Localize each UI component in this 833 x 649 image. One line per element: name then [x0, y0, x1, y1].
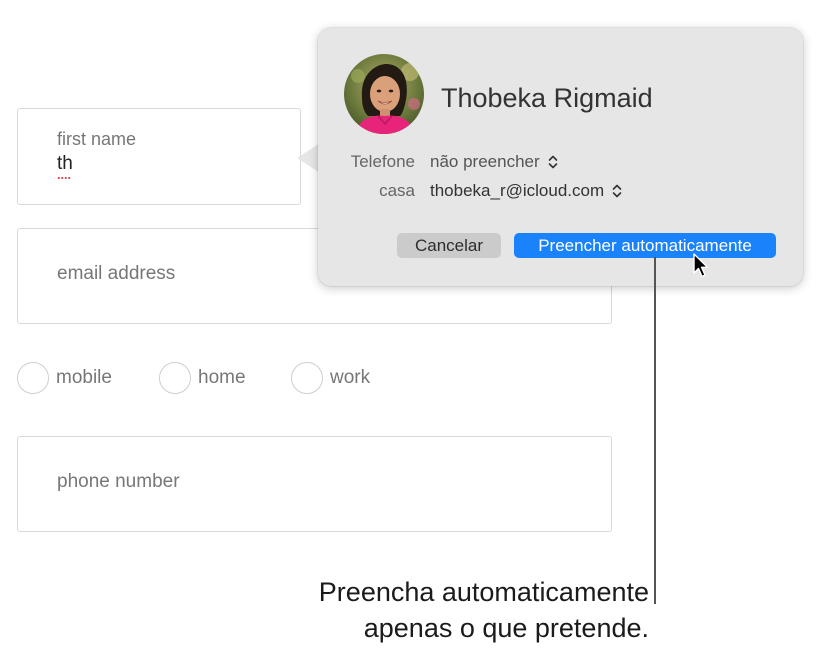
info-key-home: casa [379, 181, 415, 200]
radio-label-home: home [198, 367, 246, 388]
chevron-updown-icon[interactable] [612, 184, 622, 198]
info-row-email: casa thobeka_r@icloud.com [318, 181, 622, 201]
radio-work[interactable]: work [291, 361, 370, 395]
contact-name: Thobeka Rigmaid [441, 83, 653, 113]
first-name-field[interactable]: first name th [17, 108, 301, 205]
popover-arrow [298, 144, 319, 172]
chevron-updown-icon[interactable] [548, 155, 558, 169]
avatar [344, 54, 424, 134]
radio-label-work: work [330, 367, 371, 388]
email-select-value[interactable]: thobeka_r@icloud.com [430, 181, 604, 201]
info-key-phone: Telefone [350, 152, 415, 171]
phone-placeholder: phone number [57, 471, 180, 492]
cancel-button[interactable]: Cancelar [397, 233, 501, 258]
mouse-cursor-icon [693, 253, 711, 284]
radio-button[interactable] [17, 362, 49, 394]
callout-line-1: Preencha automaticamente [318, 577, 649, 607]
callout-line [654, 257, 656, 604]
first-name-label: first name [57, 129, 137, 149]
callout-line-2: apenas o que pretende. [363, 613, 649, 643]
radio-label-mobile: mobile [56, 367, 112, 388]
callout-text: Preencha automaticamente apenas o que pr… [319, 574, 649, 646]
first-name-value: th [57, 153, 73, 179]
phone-number-field[interactable]: phone number [17, 436, 612, 532]
email-placeholder: email address [57, 263, 176, 284]
radio-button[interactable] [291, 362, 323, 394]
spellcheck-underline [57, 177, 71, 179]
autofill-button[interactable]: Preencher automaticamente [514, 233, 776, 258]
info-row-phone: Telefone não preencher [318, 152, 558, 172]
radio-home[interactable]: home [159, 361, 246, 395]
radio-mobile[interactable]: mobile [17, 361, 112, 395]
radio-button[interactable] [159, 362, 191, 394]
autofill-popover: Thobeka Rigmaid Telefone não preencher c… [318, 28, 803, 286]
phone-select-value[interactable]: não preencher [430, 152, 540, 172]
